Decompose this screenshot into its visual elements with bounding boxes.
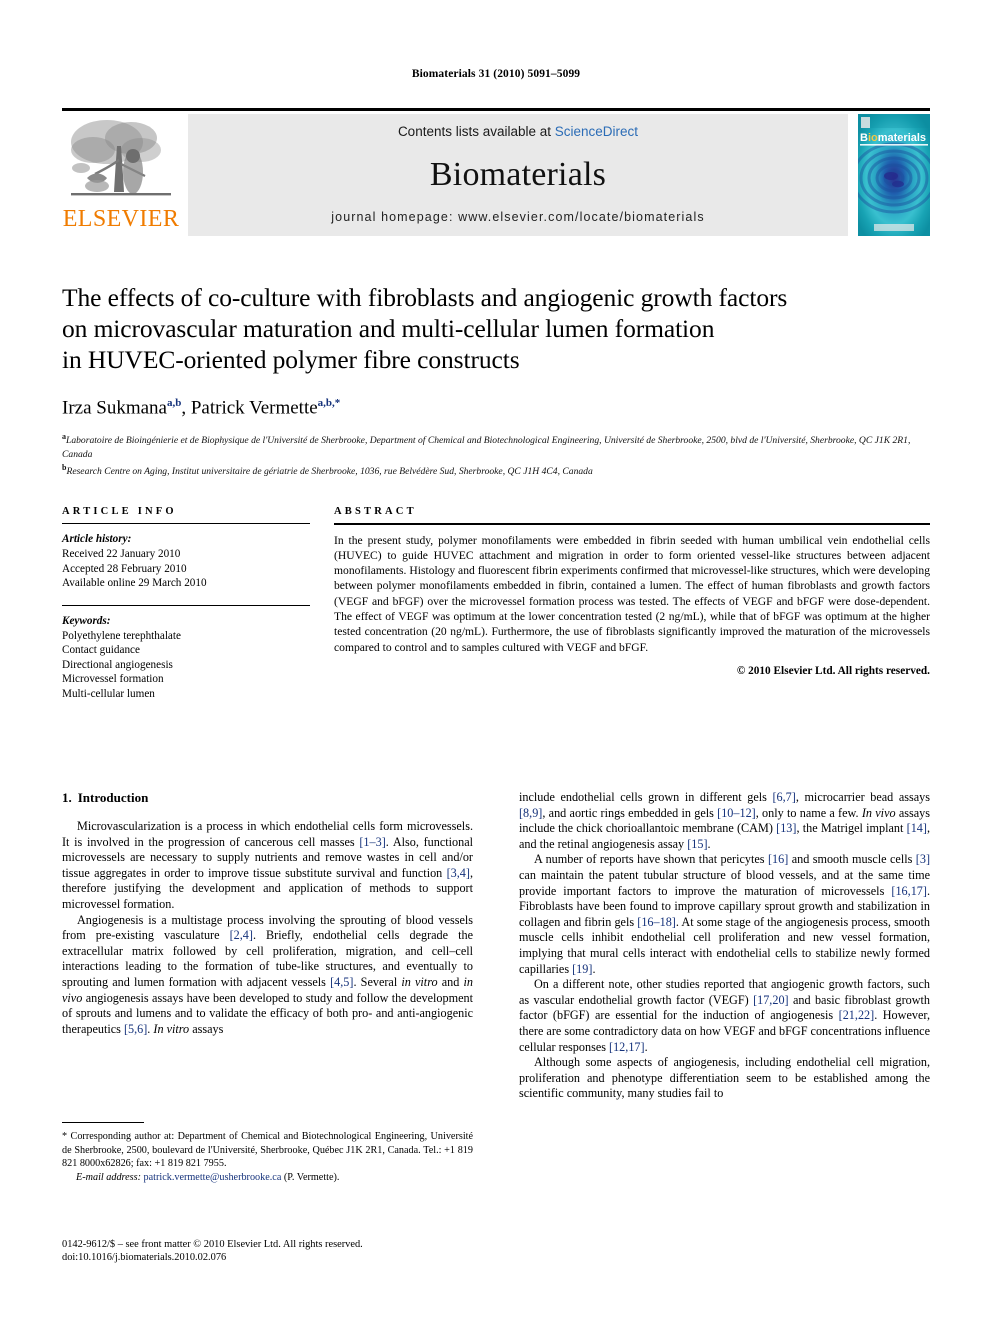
info-abstract-region: ARTICLE INFO Article history: Received 2… (62, 506, 930, 731)
author-list: Irza Sukmanaa,b, Patrick Vermettea,b,* (62, 392, 930, 419)
article-history-label: Article history: (62, 533, 132, 546)
author-name: Irza Sukmana (62, 397, 167, 419)
paragraph: On a different note, other studies repor… (519, 977, 930, 1054)
issn-front-matter: 0142-9612/$ – see front matter © 2010 El… (62, 1239, 363, 1250)
article-info-separator (62, 604, 310, 607)
abstract-column: ABSTRACT In the present study, polymer m… (334, 506, 930, 677)
keyword-item: Polyethylene terephthalate (62, 629, 181, 642)
author-affiliation-mark: a,b,* (317, 397, 341, 409)
article-info-heading: ARTICLE INFO (62, 506, 177, 517)
paragraph: include endothelial cells grown in diffe… (519, 790, 930, 851)
elsevier-tree-icon (67, 116, 175, 206)
title-line-3: in HUVEC-oriented polymer fibre construc… (62, 345, 520, 374)
sciencedirect-link[interactable]: ScienceDirect (555, 124, 638, 139)
abstract-heading: ABSTRACT (334, 506, 417, 517)
journal-masthead: ELSEVIER Contents lists available at Sci… (62, 108, 930, 236)
abstract-rule (334, 523, 930, 525)
journal-article-page: Biomaterials 31 (2010) 5091–5099 ELSEVIE… (0, 0, 992, 1323)
masthead-top-rule (62, 108, 930, 111)
footnote-rule (62, 1122, 144, 1124)
article-info-rule (62, 523, 310, 525)
email-link[interactable]: patrick.vermette@usherbrooke.ca (144, 1172, 282, 1183)
abstract-text: In the present study, polymer monofilame… (334, 533, 930, 654)
title-line-2: on microvascular maturation and multi-ce… (62, 314, 715, 343)
section-title: Introduction (77, 790, 149, 805)
journal-title: Biomaterials (429, 156, 607, 193)
affiliation-text: Laboratoire de Bioingénierie et de Bioph… (62, 435, 911, 460)
author-affiliation-mark: a,b (166, 397, 182, 409)
section-heading-introduction: 1. Introduction (62, 790, 473, 806)
title-line-1: The effects of co-culture with fibroblas… (62, 283, 788, 312)
elsevier-wordmark: ELSEVIER (62, 206, 180, 232)
journal-cover-thumbnail: Biomaterials (858, 114, 930, 236)
keywords-group: Keywords: Polyethylene terephthalate Con… (62, 614, 310, 702)
body-column-right: include endothelial cells grown in diffe… (519, 790, 930, 1102)
article-history-group: Article history: Received 22 January 201… (62, 532, 310, 590)
corresponding-author-footnote: * Corresponding author at: Department of… (62, 1122, 473, 1184)
doi-line[interactable]: doi:10.1016/j.biomaterials.2010.02.076 (62, 1251, 562, 1264)
history-item: Received 22 January 2010 (62, 547, 181, 560)
paragraph: Angiogenesis is a multistage process inv… (62, 912, 473, 1036)
affiliation-item: bResearch Centre on Aging, Institut univ… (62, 461, 930, 478)
email-suffix: (P. Vermette). (281, 1171, 340, 1183)
keyword-item: Multi-cellular lumen (62, 688, 155, 701)
affiliation-list: aLaboratoire de Bioingénierie et de Biop… (62, 430, 930, 478)
keyword-item: Contact guidance (62, 644, 140, 657)
author-separator: , (181, 397, 191, 419)
affiliation-text: Research Centre on Aging, Institut unive… (66, 466, 593, 478)
email-line: E-mail address: patrick.vermette@usherbr… (62, 1171, 473, 1184)
article-info-column: ARTICLE INFO Article history: Received 2… (62, 506, 310, 702)
journal-homepage-line[interactable]: journal homepage: www.elsevier.com/locat… (188, 210, 848, 224)
keywords-label: Keywords: (62, 615, 111, 628)
running-head: Biomaterials 31 (2010) 5091–5099 (411, 68, 581, 80)
email-label: E-mail address: (76, 1171, 141, 1183)
history-item: Available online 29 March 2010 (62, 577, 207, 590)
section-number: 1. (62, 790, 72, 805)
publisher-imprint: 0142-9612/$ – see front matter © 2010 El… (62, 1238, 562, 1265)
abstract-copyright: © 2010 Elsevier Ltd. All rights reserved… (736, 664, 930, 677)
paragraph: Microvascularization is a process in whi… (62, 819, 474, 911)
history-item: Accepted 28 February 2010 (62, 562, 187, 575)
corresponding-author-text: * Corresponding author at: Department of… (62, 1131, 473, 1169)
contents-list-line: Contents lists available at ScienceDirec… (188, 124, 848, 139)
elsevier-logo: ELSEVIER (62, 114, 180, 236)
body-column-left: 1. Introduction Microvascularization is a… (62, 790, 473, 1037)
keyword-item: Microvessel formation (62, 673, 164, 686)
affiliation-item: aLaboratoire de Bioingénierie et de Biop… (62, 430, 930, 461)
article-title-block: The effects of co-culture with fibroblas… (62, 282, 930, 478)
paragraph: Although some aspects of angiogenesis, i… (519, 1055, 930, 1101)
contents-prefix: Contents lists available at (397, 124, 555, 139)
sciencedirect-band: Contents lists available at ScienceDirec… (188, 114, 848, 236)
svg-text:Biomaterials: Biomaterials (860, 132, 926, 144)
keyword-item: Directional angiogenesis (62, 658, 173, 671)
author-name: Patrick Vermette (190, 397, 318, 419)
paragraph: A number of reports have shown that peri… (519, 852, 931, 976)
page-title: The effects of co-culture with fibroblas… (62, 282, 930, 375)
